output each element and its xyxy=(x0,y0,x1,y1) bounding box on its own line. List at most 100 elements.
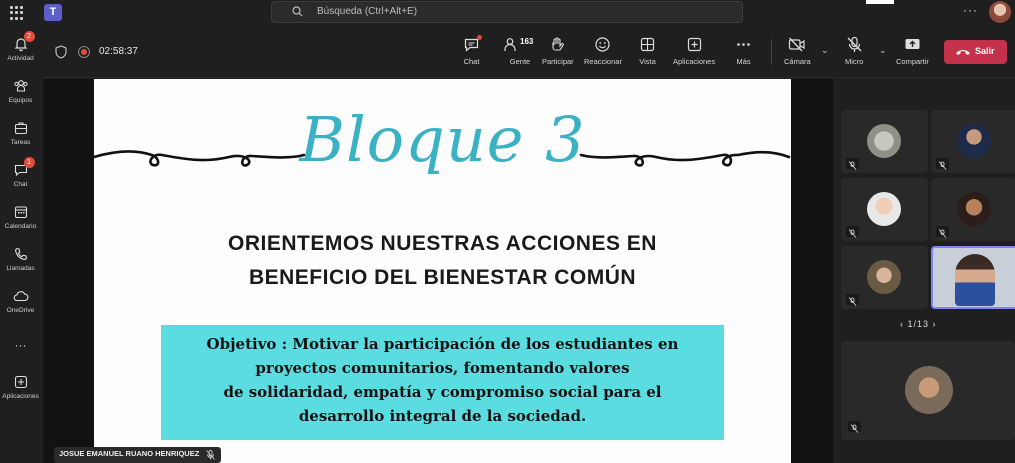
participant-tile-speaking[interactable] xyxy=(931,246,1015,309)
presenter-name: JOSUE EMANUEL RUANO HENRIQUEZ xyxy=(59,449,200,458)
phone-icon xyxy=(13,246,29,262)
window-tag xyxy=(866,0,894,4)
rail-item-aplicaciones[interactable]: Aplicaciones xyxy=(0,374,41,400)
rail-label: OneDrive xyxy=(6,307,35,314)
mic-off-icon xyxy=(846,226,859,238)
mic-button[interactable]: Micro xyxy=(845,36,863,66)
participant-count: 163 xyxy=(520,37,534,46)
chat-button-label: Chat xyxy=(463,57,480,66)
participant-tile[interactable] xyxy=(841,178,928,241)
mic-off-icon xyxy=(848,421,861,433)
teams-logo-icon: T xyxy=(44,4,62,21)
rail-item-chat[interactable]: 1 Chat xyxy=(0,157,41,188)
rail-item-onedrive[interactable]: OneDrive xyxy=(0,288,41,314)
people-button-label: Gente xyxy=(509,57,531,66)
objective-line: de solidaridad, empatía y compromiso soc… xyxy=(223,383,662,401)
people-button[interactable]: 163 Gente xyxy=(503,36,537,66)
calendar-icon xyxy=(13,204,29,220)
chat-icon: 1 xyxy=(13,157,35,178)
participant-tile[interactable] xyxy=(841,110,928,173)
camera-off-icon xyxy=(788,36,806,53)
rail-label: Tareas xyxy=(10,139,31,146)
avatar xyxy=(957,124,991,158)
people-icon: 163 xyxy=(503,36,537,53)
participant-tile[interactable] xyxy=(931,178,1015,241)
more-icon xyxy=(735,36,752,53)
cloud-icon xyxy=(13,288,29,304)
avatar xyxy=(867,192,901,226)
prev-page-chevron-icon[interactable]: ‹ xyxy=(900,319,908,329)
view-button-label: Vista xyxy=(639,57,656,66)
chat-icon xyxy=(463,35,482,53)
more-button-label: Más xyxy=(736,57,751,66)
leave-button[interactable]: Salir xyxy=(944,40,1007,64)
objective-box: Objetivo : Motivar la participación de l… xyxy=(161,325,724,440)
mic-button-label: Micro xyxy=(845,57,864,66)
user-avatar[interactable] xyxy=(989,1,1011,23)
rail-label: Calendario xyxy=(4,223,37,230)
share-screen-icon xyxy=(904,36,921,53)
meeting-toolbar: 02:58:37 Chat 163 Gente Participar Reacc… xyxy=(43,26,1015,78)
apps-button-label: Aplicaciones xyxy=(673,57,716,66)
rail-item-more[interactable]: ··· xyxy=(0,338,41,352)
mic-off-icon xyxy=(936,158,949,170)
presenter-name-tag: JOSUE EMANUEL RUANO HENRIQUEZ xyxy=(54,447,222,463)
search-box[interactable]: Búsqueda (Ctrl+Alt+E) xyxy=(271,1,743,23)
raise-hand-button[interactable]: Participar xyxy=(542,36,574,66)
slide-title: Bloque 3 xyxy=(299,103,586,176)
search-icon xyxy=(292,6,303,17)
toolbar-divider xyxy=(771,39,772,65)
mic-options-chevron-icon[interactable]: ⌄ xyxy=(879,45,887,56)
title-bar: T Búsqueda (Ctrl+Alt+E) ··· xyxy=(0,0,1015,26)
teams-icon xyxy=(13,78,29,94)
raise-hand-button-label: Participar xyxy=(542,57,574,66)
rail-item-calendario[interactable]: Calendario xyxy=(0,204,41,230)
rail-item-actividad[interactable]: 2 Actividad xyxy=(0,31,41,62)
add-app-icon xyxy=(686,36,703,53)
view-button[interactable]: Vista xyxy=(639,36,656,66)
rail-item-llamadas[interactable]: Llamadas xyxy=(0,246,41,272)
chat-button[interactable]: Chat xyxy=(463,35,482,66)
recording-indicator-icon xyxy=(78,46,90,58)
objective-line: Objetivo : Motivar la participación de l… xyxy=(206,335,679,353)
share-button[interactable]: Compartir xyxy=(896,36,929,66)
apps-icon xyxy=(13,374,29,390)
search-placeholder: Búsqueda (Ctrl+Alt+E) xyxy=(317,6,418,17)
mic-off-icon xyxy=(936,226,949,238)
avatar xyxy=(957,192,991,226)
mic-off-icon xyxy=(846,294,859,306)
rail-item-equipos[interactable]: Equipos xyxy=(0,78,41,104)
shield-icon[interactable] xyxy=(55,45,67,59)
rail-label: Llamadas xyxy=(6,265,35,272)
participant-tile[interactable] xyxy=(931,110,1015,173)
share-button-label: Compartir xyxy=(896,57,929,66)
camera-options-chevron-icon[interactable]: ⌄ xyxy=(821,45,829,56)
app-launcher-icon[interactable] xyxy=(10,6,24,20)
rail-label: Equipos xyxy=(8,97,33,104)
next-page-chevron-icon[interactable]: › xyxy=(929,319,937,329)
camera-button-label: Cámara xyxy=(784,57,811,66)
bag-icon xyxy=(13,120,29,136)
more-options-icon[interactable]: ··· xyxy=(963,3,978,17)
smile-icon xyxy=(594,36,611,53)
camera-button[interactable]: Cámara xyxy=(784,36,811,66)
slide-heading-line-2: BENEFICIO DEL BIENESTAR COMÚN xyxy=(248,266,637,289)
more-button[interactable]: Más xyxy=(735,36,752,66)
mic-off-icon xyxy=(206,450,216,460)
gallery-pager[interactable]: ‹ 1/13 › xyxy=(900,319,937,329)
react-button[interactable]: Reaccionar xyxy=(584,36,622,66)
rail-label: Actividad xyxy=(7,55,34,62)
more-icon: ··· xyxy=(14,338,27,352)
participant-tile[interactable] xyxy=(841,246,928,309)
leave-button-label: Salir xyxy=(975,46,995,56)
page-indicator: 1/13 xyxy=(907,319,930,329)
participant-tile-large[interactable] xyxy=(841,341,1015,440)
bell-icon: 2 xyxy=(13,31,35,52)
chat-badge: 1 xyxy=(23,157,35,168)
meeting-timer: 02:58:37 xyxy=(99,46,138,57)
rail-item-tareas[interactable]: Tareas xyxy=(0,120,41,146)
avatar xyxy=(867,260,901,294)
apps-button[interactable]: Aplicaciones xyxy=(673,36,715,66)
shared-slide: Bloque 3 ORIENTEMOS NUESTRAS ACCIONES EN… xyxy=(94,79,791,463)
grid-view-icon xyxy=(639,36,656,53)
